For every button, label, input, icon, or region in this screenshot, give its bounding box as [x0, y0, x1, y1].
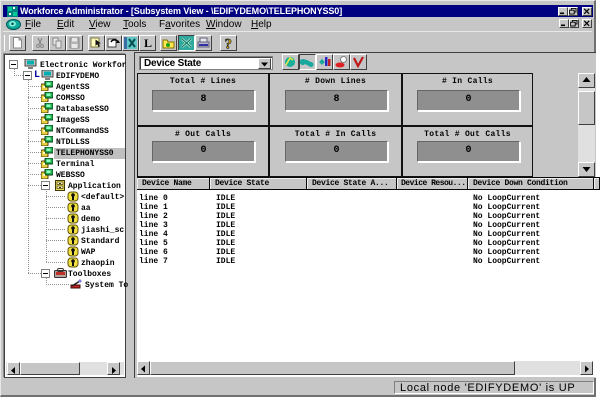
- svg-text:L: L: [144, 36, 152, 50]
- svg-text:?: ?: [225, 37, 233, 51]
